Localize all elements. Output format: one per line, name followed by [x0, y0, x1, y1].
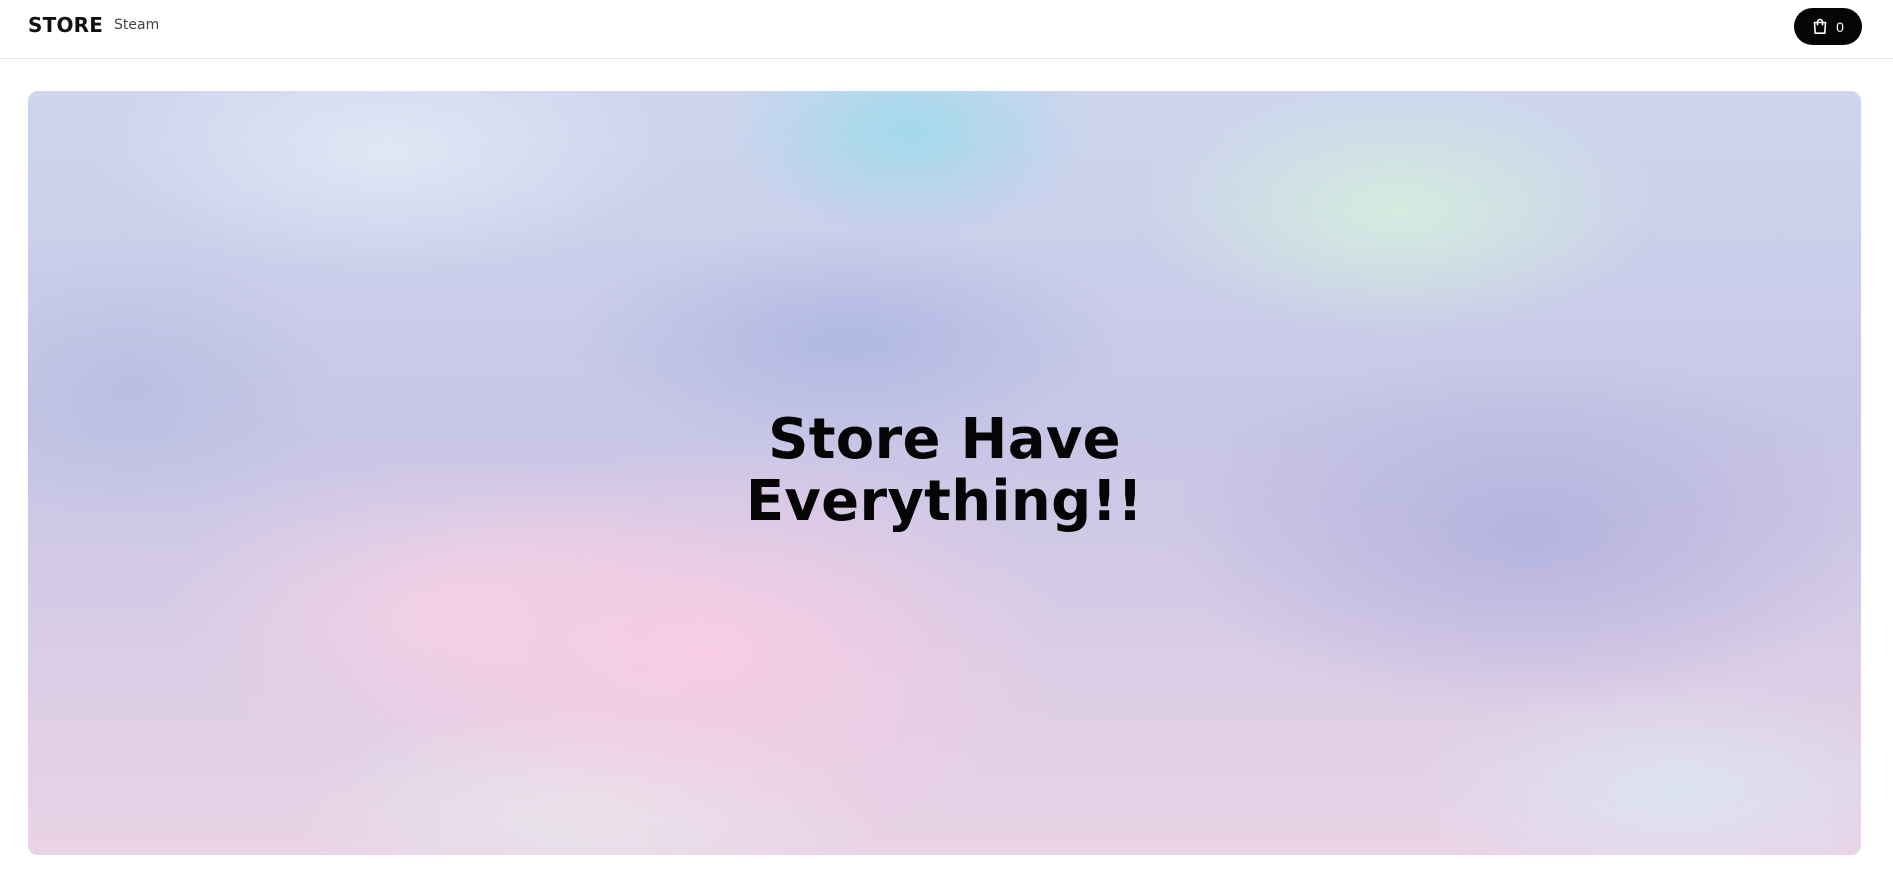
hero-title: Store Have Everything!!: [28, 409, 1861, 533]
cart-button[interactable]: 0: [1794, 8, 1862, 45]
hero-banner: Store Have Everything!!: [28, 91, 1861, 855]
nav-link-steam[interactable]: Steam: [114, 17, 159, 33]
store-logo[interactable]: STORE: [28, 13, 103, 37]
top-navigation-bar: STORE Steam 0: [0, 0, 1893, 59]
hero-title-line-2: Everything!!: [745, 469, 1144, 534]
hero-title-line-1: Store Have: [768, 407, 1121, 472]
shopping-bag-icon: [1812, 18, 1828, 35]
cart-count: 0: [1836, 18, 1844, 35]
